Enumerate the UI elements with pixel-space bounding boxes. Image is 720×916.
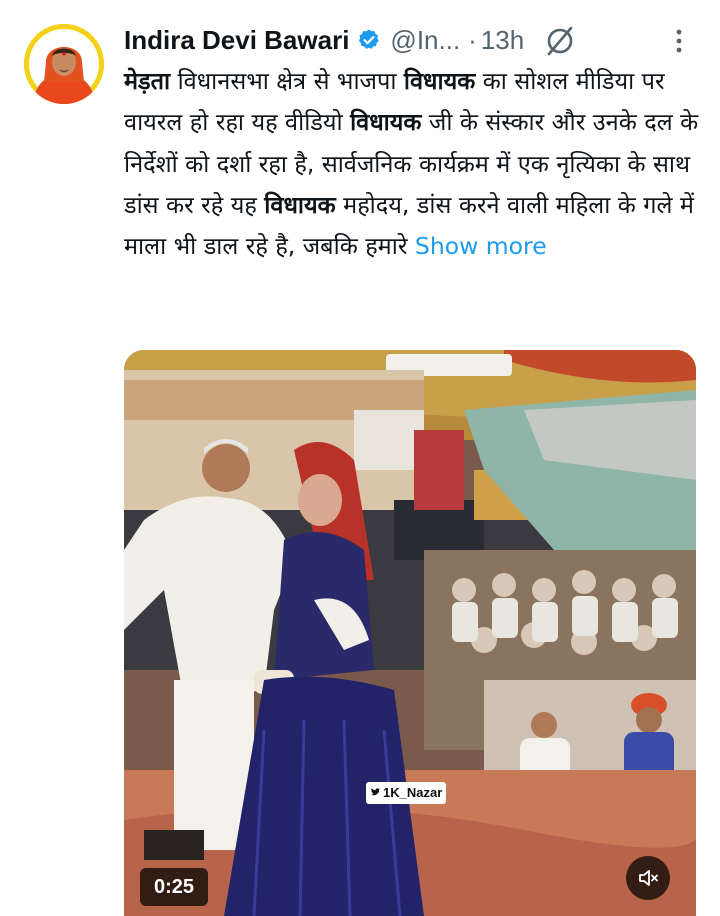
tweet-header: Indira Devi Bawari @In... · 13h bbox=[124, 20, 704, 60]
separator-dot: · bbox=[468, 24, 477, 55]
video-frame-image bbox=[124, 350, 696, 916]
video-watermark: 1K_Nazar bbox=[366, 782, 447, 804]
timestamp[interactable]: 13h bbox=[481, 25, 524, 56]
tweet-text-bold-segment: विधायक bbox=[403, 67, 476, 95]
video-duration: 0:25 bbox=[140, 868, 208, 906]
show-more-link[interactable]: Show more bbox=[415, 232, 547, 260]
video-player[interactable]: 1K_Nazar 0:25 bbox=[124, 350, 696, 916]
avatar[interactable] bbox=[24, 24, 104, 104]
slashed-circle-icon[interactable] bbox=[544, 24, 576, 56]
user-handle[interactable]: @In... bbox=[390, 25, 460, 56]
tweet-text-bold-segment: मेड़ता bbox=[124, 67, 171, 95]
display-name[interactable]: Indira Devi Bawari bbox=[124, 25, 349, 56]
more-vertical-icon[interactable] bbox=[669, 24, 689, 56]
verified-badge-icon bbox=[357, 28, 381, 52]
tweet-text-bold-segment: विधायक bbox=[264, 190, 336, 219]
tweet-text-bold-segment: विधायक bbox=[350, 108, 422, 137]
tweet-text: मेड़ता विधानसभा क्षेत्र से भाजपा विधायक … bbox=[124, 61, 704, 267]
watermark-text: 1K_Nazar bbox=[383, 785, 443, 800]
tweet-text-segment: विधानसभा क्षेत्र से भाजपा bbox=[170, 67, 404, 95]
volume-button[interactable] bbox=[626, 856, 670, 900]
avatar-image bbox=[24, 24, 104, 104]
speaker-muted-icon bbox=[639, 870, 658, 886]
bird-logo-icon bbox=[370, 788, 381, 796]
